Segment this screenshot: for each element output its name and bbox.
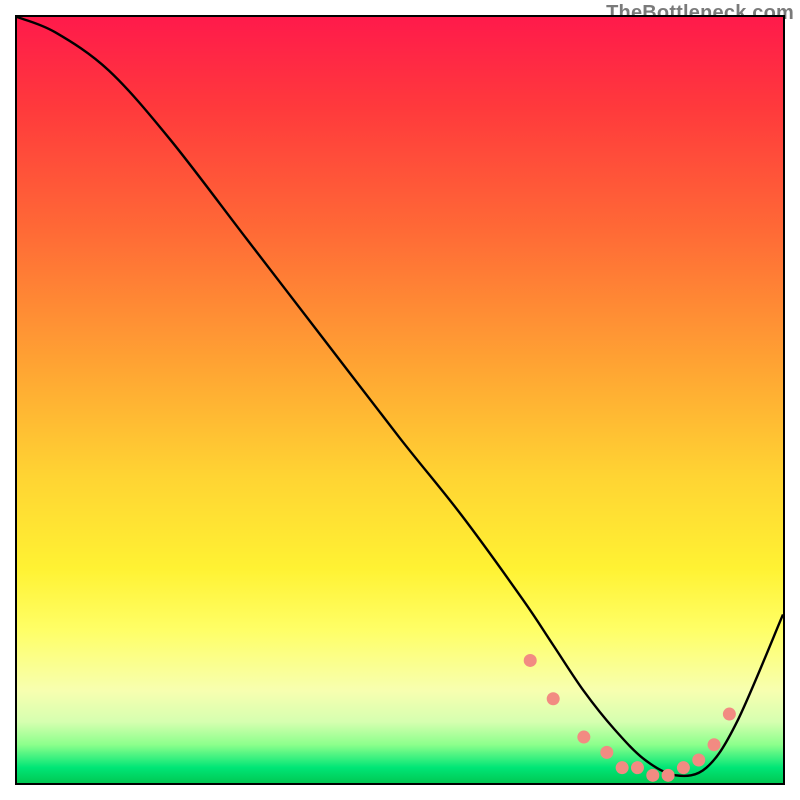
minimum-marker: [708, 738, 721, 751]
minimum-marker: [723, 708, 736, 721]
bottleneck-curve-path: [17, 17, 783, 776]
plot-area: [15, 15, 785, 785]
minimum-marker: [547, 692, 560, 705]
minimum-marker: [577, 731, 590, 744]
curve-layer: [17, 17, 783, 783]
minimum-marker: [646, 769, 659, 782]
minimum-marker: [600, 746, 613, 759]
minimum-marker: [677, 761, 690, 774]
minimum-marker: [616, 761, 629, 774]
minimum-marker: [524, 654, 537, 667]
minimum-marker: [662, 769, 675, 782]
minimum-marker: [692, 754, 705, 767]
chart-stage: TheBottleneck.com: [0, 0, 800, 800]
minimum-marker: [631, 761, 644, 774]
minimum-marker-group: [524, 654, 736, 782]
